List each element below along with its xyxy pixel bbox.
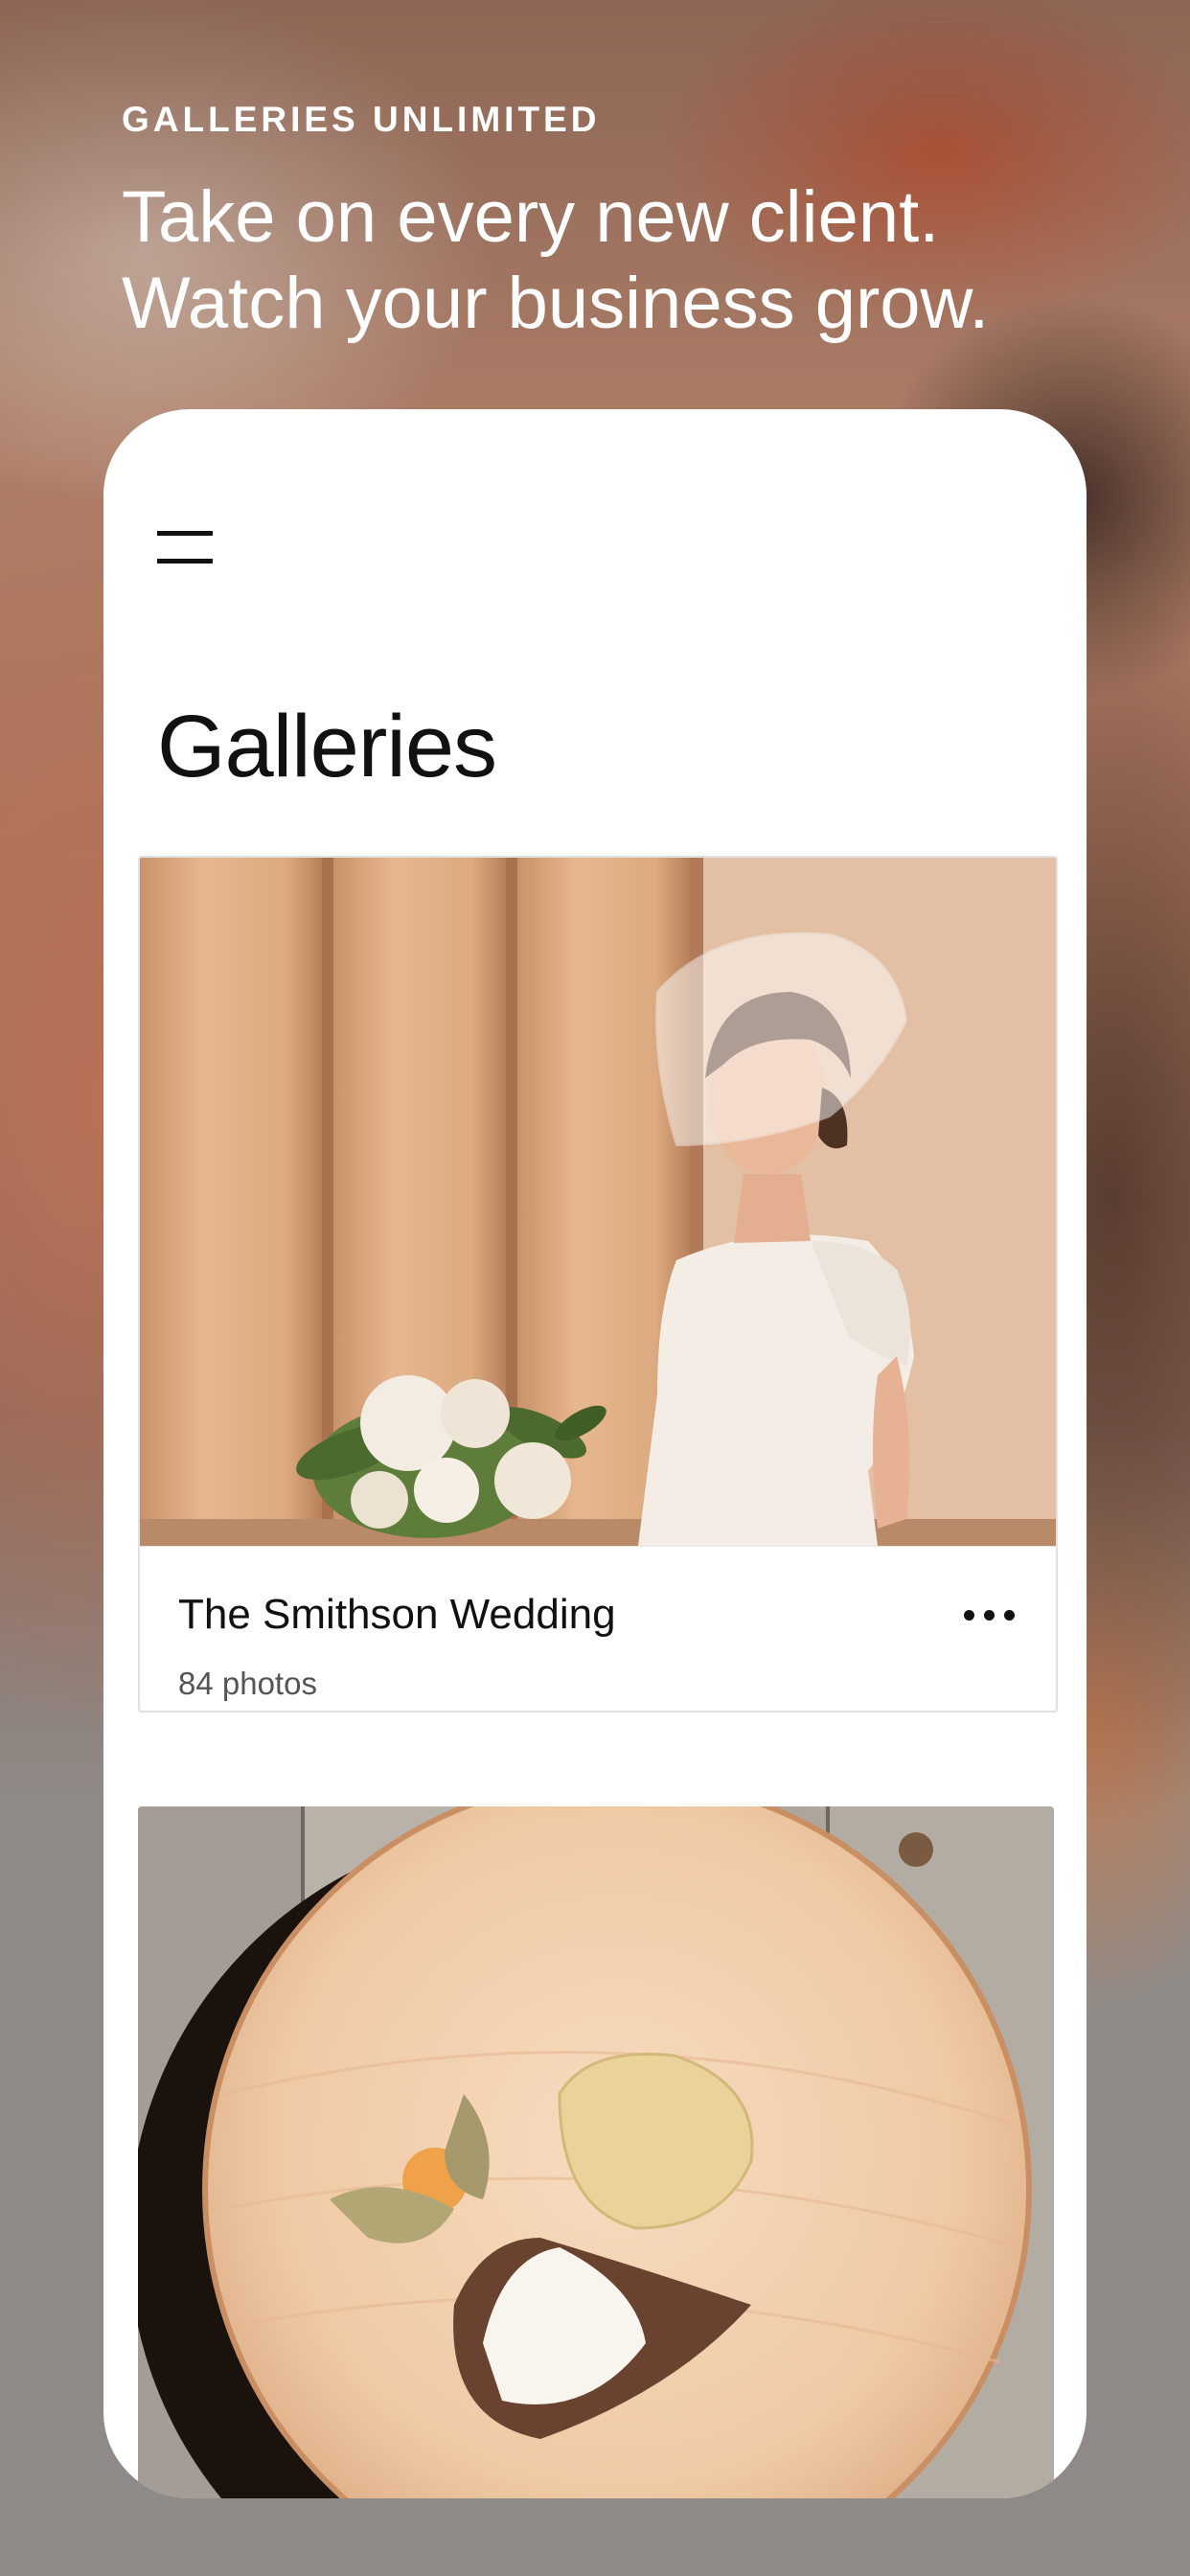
brand-name: GALLERIES UNLIMITED	[122, 100, 601, 139]
promo-tagline: Take on every new client. Watch your bus…	[122, 174, 1080, 347]
more-horizontal-icon[interactable]	[964, 1606, 1016, 1625]
food-plate-photo-illustration	[138, 1806, 1054, 2498]
more-dot	[984, 1610, 995, 1621]
gallery-card-info: The Smithson Wedding 84 photos	[140, 1546, 1056, 1710]
gallery-cover-photo[interactable]	[138, 1806, 1054, 2498]
more-dot	[964, 1610, 974, 1621]
gallery-card[interactable]: The Smithson Wedding 84 photos	[138, 856, 1058, 1713]
menu-bar-top	[157, 531, 213, 536]
gallery-card[interactable]	[138, 1806, 1054, 2498]
bride-photo-illustration	[140, 858, 1056, 1546]
page-title: Galleries	[157, 698, 497, 795]
menu-bar-bottom	[157, 559, 213, 564]
tagline-line-2: Watch your business grow.	[122, 263, 990, 344]
app-screen: Galleries The Smithson Wedding 84 photos	[103, 409, 1087, 2498]
gallery-name[interactable]: The Smithson Wedding	[178, 1591, 616, 1639]
gallery-photo-count: 84 photos	[178, 1666, 317, 1701]
more-dot	[1004, 1610, 1015, 1621]
hamburger-menu-icon[interactable]	[157, 528, 215, 566]
gallery-cover-photo[interactable]	[140, 858, 1056, 1546]
tagline-line-1: Take on every new client.	[122, 176, 940, 258]
